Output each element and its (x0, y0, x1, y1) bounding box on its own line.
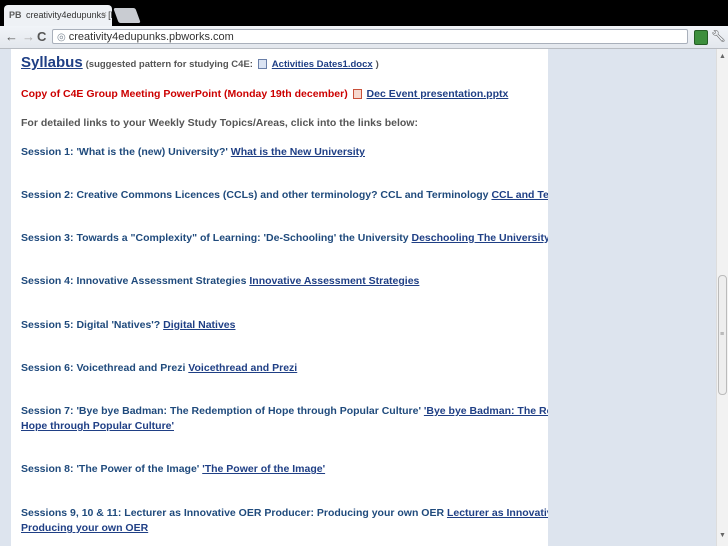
scrollbar-thumb[interactable]: ≡ (718, 275, 727, 395)
session-9: Sessions 9, 10 & 11: Lecturer as Innovat… (21, 506, 637, 520)
syllabus-line: Syllabus (suggested pattern for studying… (21, 54, 541, 72)
pbworks-favicon-icon: PB (9, 10, 22, 20)
session-6-text: Session 6: Voicethread and Prezi (21, 362, 186, 374)
browser-tab[interactable]: PB creativity4edupunks [license × (4, 5, 112, 26)
forward-arrow-icon[interactable]: → (22, 29, 35, 44)
session-2-text: Session 2: Creative Commons Licences (CC… (21, 189, 489, 201)
syllabus-close-paren: ) (375, 59, 379, 70)
syllabus-note: (suggested pattern for studying C4E: (85, 59, 253, 70)
left-margin (0, 49, 11, 546)
session-1: Session 1: 'What is the (new) University… (21, 145, 541, 159)
session-8: Session 8: 'The Power of the Image' 'The… (21, 462, 541, 476)
tab-title: creativity4edupunks [license (26, 10, 112, 20)
session-6-link[interactable]: Voicethread and Prezi (188, 362, 297, 374)
session-5-link[interactable]: Digital Natives (163, 319, 235, 331)
activities-dates-link[interactable]: Activities Dates1.docx (272, 59, 373, 70)
syllabus-link[interactable]: Syllabus (21, 54, 83, 71)
docx-file-icon (257, 59, 267, 70)
session-5: Session 5: Digital 'Natives'? Digital Na… (21, 318, 541, 332)
session-6: Session 6: Voicethread and Prezi Voiceth… (21, 361, 541, 375)
vertical-scrollbar[interactable]: ▲ ≡ ▼ (716, 49, 728, 546)
page-content: Syllabus (suggested pattern for studying… (0, 49, 716, 546)
session-2: Session 2: Creative Commons Licences (CC… (21, 188, 600, 202)
globe-icon: ◎ (57, 32, 66, 43)
session-5-text: Session 5: Digital 'Natives'? (21, 319, 161, 331)
session-9-text: Sessions 9, 10 & 11: Lecturer as Innovat… (21, 507, 445, 519)
session-4-text: Session 4: Innovative Assessment Strateg… (21, 275, 247, 287)
session-9-cont: Producing your own OER (21, 521, 541, 535)
wrench-menu-icon[interactable]: 🔧︎ (711, 29, 726, 43)
main-column: Syllabus (suggested pattern for studying… (11, 49, 637, 546)
intro-text: For detailed links to your Weekly Study … (21, 117, 418, 129)
session-4: Session 4: Innovative Assessment Strateg… (21, 274, 541, 288)
grip-icon: ≡ (720, 331, 725, 338)
ppt-line: Copy of C4E Group Meeting PowerPoint (Mo… (21, 87, 541, 101)
session-8-link[interactable]: 'The Power of the Image' (202, 463, 325, 475)
reload-icon[interactable]: C (37, 29, 46, 44)
back-arrow-icon[interactable]: ← (5, 29, 18, 44)
tab-strip: PB creativity4edupunks [license × (0, 0, 728, 26)
session-7-text: Session 7: 'Bye bye Badman: The Redempti… (21, 405, 421, 417)
session-1-text: Session 1: 'What is the (new) University… (21, 146, 228, 158)
session-9-link-cont[interactable]: Producing your own OER (21, 522, 148, 534)
right-sidebar (548, 49, 716, 546)
url-text: creativity4edupunks.pbworks.com (68, 31, 234, 43)
browser-toolbar: ← → C ◎ creativity4edupunks.pbworks.com 🔧… (0, 26, 728, 49)
scroll-up-arrow-icon[interactable]: ▲ (719, 53, 726, 60)
address-bar[interactable]: ◎ creativity4edupunks.pbworks.com (52, 29, 688, 44)
session-8-text: Session 8: 'The Power of the Image' (21, 463, 200, 475)
session-3-link[interactable]: Deschooling The University (412, 232, 550, 244)
session-4-link[interactable]: Innovative Assessment Strategies (249, 275, 419, 287)
new-tab-button[interactable] (113, 8, 141, 23)
session-7-cont: Hope through Popular Culture' (21, 419, 541, 433)
extension-icon[interactable] (694, 30, 708, 45)
ppt-text: Copy of C4E Group Meeting PowerPoint (Mo… (21, 88, 348, 100)
dec-event-link[interactable]: Dec Event presentation.pptx (367, 88, 509, 100)
session-3: Session 3: Towards a "Complexity" of Lea… (21, 231, 550, 245)
session-7-link-cont[interactable]: Hope through Popular Culture' (21, 420, 174, 432)
session-1-link[interactable]: What is the New University (231, 146, 365, 158)
scroll-down-arrow-icon[interactable]: ▼ (719, 532, 726, 539)
tab-close-icon[interactable]: × (102, 9, 107, 19)
session-7: Session 7: 'Bye bye Badman: The Redempti… (21, 404, 612, 418)
pptx-file-icon (352, 89, 362, 100)
session-3-text: Session 3: Towards a "Complexity" of Lea… (21, 232, 409, 244)
